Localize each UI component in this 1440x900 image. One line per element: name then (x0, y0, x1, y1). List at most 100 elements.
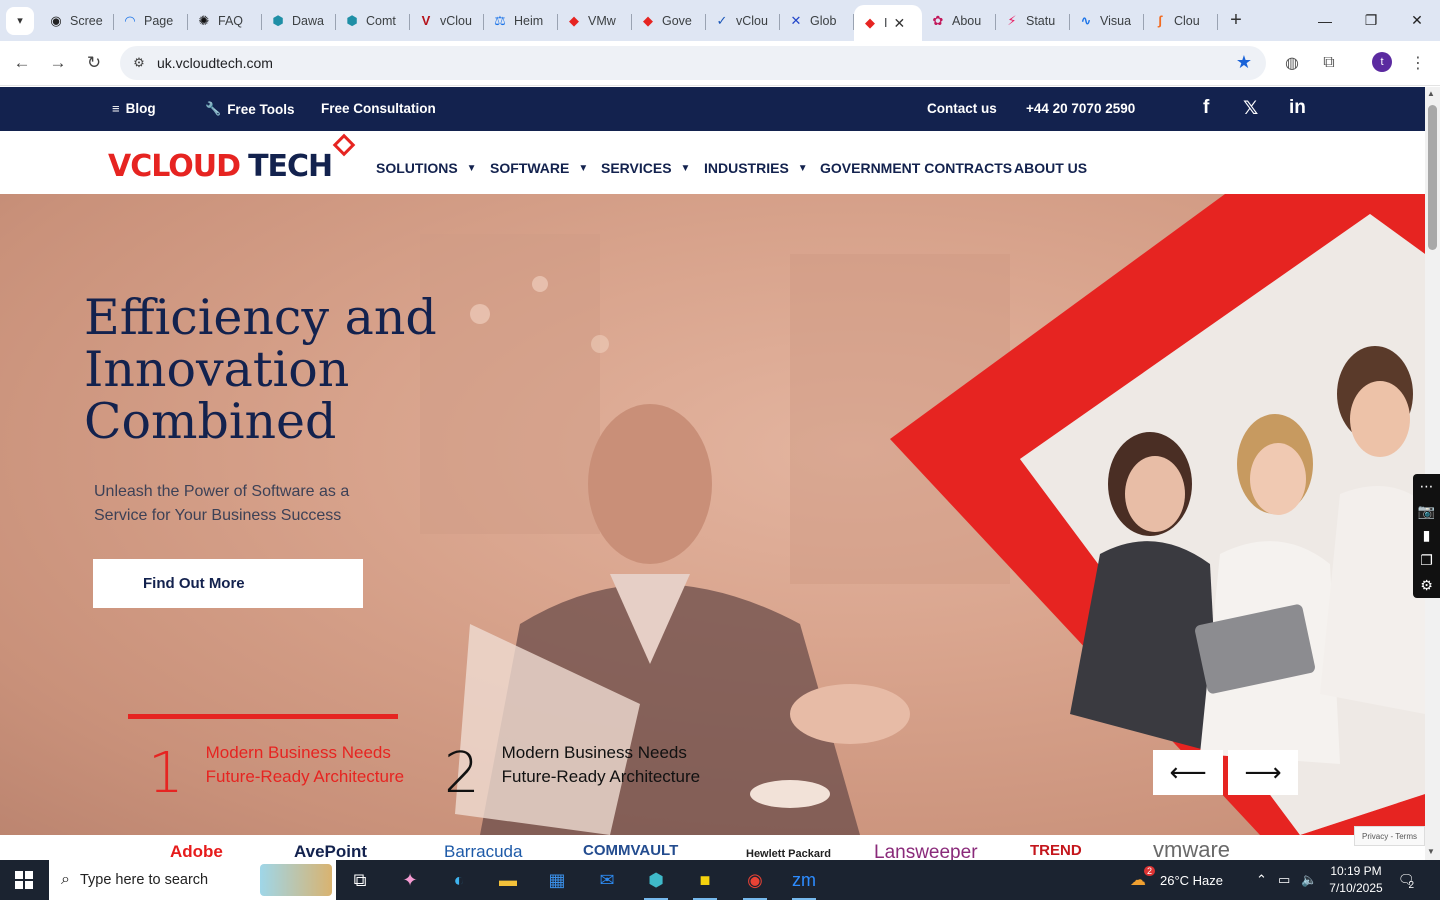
minimize-button[interactable]: — (1302, 0, 1348, 41)
vcloud-icon: ◆ (643, 12, 653, 28)
zoom-icon[interactable]: zm (784, 864, 824, 900)
browser-tab[interactable]: ✿ Abou (922, 5, 996, 37)
free-tools-label: Free Tools (227, 101, 295, 117)
new-tab-button[interactable]: + (1222, 7, 1250, 35)
close-tab-icon[interactable]: ✕ (893, 15, 905, 32)
video-icon[interactable]: ▮ (1423, 524, 1431, 549)
linkedin-icon[interactable]: in (1289, 97, 1306, 119)
tab-search-button[interactable]: ▾ (6, 6, 34, 35)
extensions-icon[interactable]: ⧉ (1316, 50, 1342, 76)
sticky-notes-icon[interactable]: ■ (685, 864, 725, 900)
menu-item-industries[interactable]: INDUSTRIES ▼ (704, 160, 808, 176)
profile-avatar[interactable]: t (1372, 52, 1392, 72)
app-hexagon-icon[interactable]: ⬢ (636, 864, 676, 900)
browser-tab[interactable]: ʃ Clou (1144, 5, 1218, 37)
mail-icon[interactable]: ✉ (587, 864, 627, 896)
browser-tab-active[interactable]: ◆ I ✕ (854, 5, 922, 41)
copilot-icon[interactable]: ✦ (390, 864, 430, 896)
windows-taskbar: ⌕ Type here to search ⧉ ✦ ◐ ▬ ▦ ✉ ⬢ ■ ◉ … (0, 860, 1440, 900)
menu-item-about-us[interactable]: ABOUT US (1014, 160, 1087, 176)
vcloud-icon: ◆ (569, 12, 579, 28)
browser-tab[interactable]: ✕ Glob (780, 5, 854, 37)
menu-item-label: ABOUT US (1014, 160, 1088, 176)
browser-tab[interactable]: ◠ Page (114, 5, 188, 37)
contact-us-link[interactable]: Contact us (927, 101, 997, 116)
blog-link[interactable]: ≡ Blog (112, 101, 156, 116)
phone-link[interactable]: +44 20 7070 2590 (1026, 101, 1135, 116)
active-step-indicator (128, 714, 398, 719)
browser-tab[interactable]: ∿ Visua (1070, 5, 1144, 37)
reload-button[interactable]: ↻ (76, 45, 112, 81)
facebook-icon[interactable]: f (1203, 97, 1209, 119)
step-number: 2 (444, 741, 480, 806)
tab-title: vClou (440, 13, 472, 28)
tab-title: Scree (70, 13, 103, 28)
browser-tab[interactable]: VvClou (410, 5, 484, 37)
brand-logo-adobe: Adobe (170, 842, 223, 860)
browser-tab[interactable]: ⬢ Comt (336, 5, 410, 37)
browser-tab[interactable]: ◆ Gove (632, 5, 706, 37)
blog-label: Blog (125, 101, 156, 116)
vcloud-tech-logo[interactable]: V CLOUD TECH (108, 133, 356, 187)
network-icon[interactable]: ▭ (1278, 860, 1290, 900)
browser-tab[interactable]: ⚡ Statu (996, 5, 1070, 37)
free-consultation-link[interactable]: Free Consultation (321, 101, 436, 116)
previous-slide-button[interactable]: ⟵ (1153, 750, 1223, 795)
browser-tab[interactable]: ⬢ Dawa (262, 5, 336, 37)
link-icon[interactable]: ⋯ (1420, 474, 1434, 499)
slide-step-2[interactable]: 2 Modern Business Needs Future-Ready Arc… (444, 739, 702, 809)
back-button[interactable]: ← (4, 45, 40, 81)
address-bar[interactable]: ⚙ uk.vcloudtech.com ★ (120, 46, 1266, 80)
hero-title: Efficiency and Innovation Combined (84, 289, 437, 450)
tray-chevron-icon[interactable]: ⌃ (1256, 860, 1267, 900)
site-info-icon[interactable]: ⚙ (124, 55, 154, 71)
taskbar-search-box[interactable]: ⌕ Type here to search (49, 860, 336, 900)
scroll-up-icon[interactable]: ▲ (1427, 89, 1435, 98)
browser-tab[interactable]: ◆ VMw (558, 5, 632, 37)
window-icon[interactable]: ❐ (1420, 548, 1433, 573)
scrollbar-thumb[interactable] (1428, 105, 1437, 250)
free-tools-link[interactable]: 🔧 Free Tools (205, 101, 294, 117)
url-text[interactable]: uk.vcloudtech.com (157, 55, 273, 71)
step-text: Modern Business Needs Future-Ready Archi… (205, 743, 405, 786)
browser-tab[interactable]: ⚖ Heim (484, 5, 558, 37)
store-icon[interactable]: ▦ (537, 864, 577, 896)
tab-title: Dawa (292, 13, 324, 28)
weather-widget[interactable]: ☁ 2 26°C Haze (1130, 860, 1223, 900)
translate-icon[interactable]: ◍ (1279, 50, 1305, 76)
notification-center-icon[interactable]: 🗨 2 (1398, 860, 1415, 900)
next-slide-button[interactable]: ⟶ (1228, 750, 1298, 795)
file-explorer-icon[interactable]: ▬ (488, 864, 528, 896)
edge-icon[interactable]: ◐ (439, 864, 479, 896)
camera-icon[interactable]: 📷 (1418, 499, 1435, 524)
find-out-more-button[interactable]: Find Out More (93, 559, 363, 608)
volume-icon[interactable]: 🔈 (1301, 860, 1317, 900)
scroll-down-icon[interactable]: ▼ (1427, 847, 1435, 856)
check-icon: ✓ (716, 12, 728, 28)
x-twitter-icon[interactable]: 𝕏 (1243, 97, 1258, 120)
menu-item-solutions[interactable]: SOLUTIONS ▼ (376, 160, 477, 176)
menu-kebab-icon[interactable]: ⋮ (1405, 50, 1431, 76)
browser-tab[interactable]: ✺ FAQ (188, 5, 262, 37)
start-button[interactable] (0, 860, 48, 900)
task-view-icon[interactable]: ⧉ (340, 864, 380, 896)
system-clock[interactable]: 10:19 PM 7/10/2025 (1323, 863, 1389, 897)
browser-tab[interactable]: ◉ Scree (40, 5, 114, 37)
menu-item-services[interactable]: SERVICES ▼ (601, 160, 690, 176)
settings-gear-icon[interactable]: ⚙ (1420, 573, 1433, 598)
bookmark-star-icon[interactable]: ★ (1236, 52, 1252, 73)
menu-item-label: SOLUTIONS (376, 160, 458, 176)
menu-item-software[interactable]: SOFTWARE ▼ (490, 160, 588, 176)
chrome-icon[interactable]: ◉ (735, 864, 775, 900)
step-number: 1 (148, 741, 184, 806)
browser-tab[interactable]: ✓ vClou (706, 5, 780, 37)
clock-time: 10:19 PM (1330, 864, 1382, 878)
slide-step-1[interactable]: 1 Modern Business Needs Future-Ready Arc… (148, 739, 416, 809)
brand-logo-avepoint: AvePoint (294, 842, 368, 860)
close-window-button[interactable]: ✕ (1394, 0, 1440, 41)
restore-button[interactable]: ❐ (1348, 0, 1394, 41)
recaptcha-badge[interactable]: Privacy - Terms (1354, 826, 1425, 846)
forward-button[interactable]: → (40, 45, 76, 81)
main-navigation: V CLOUD TECH SOLUTIONS ▼ SOFTWARE ▼ SERVICES… (0, 131, 1425, 194)
menu-item-government-contracts[interactable]: GOVERNMENT CONTRACTS (820, 160, 1012, 176)
